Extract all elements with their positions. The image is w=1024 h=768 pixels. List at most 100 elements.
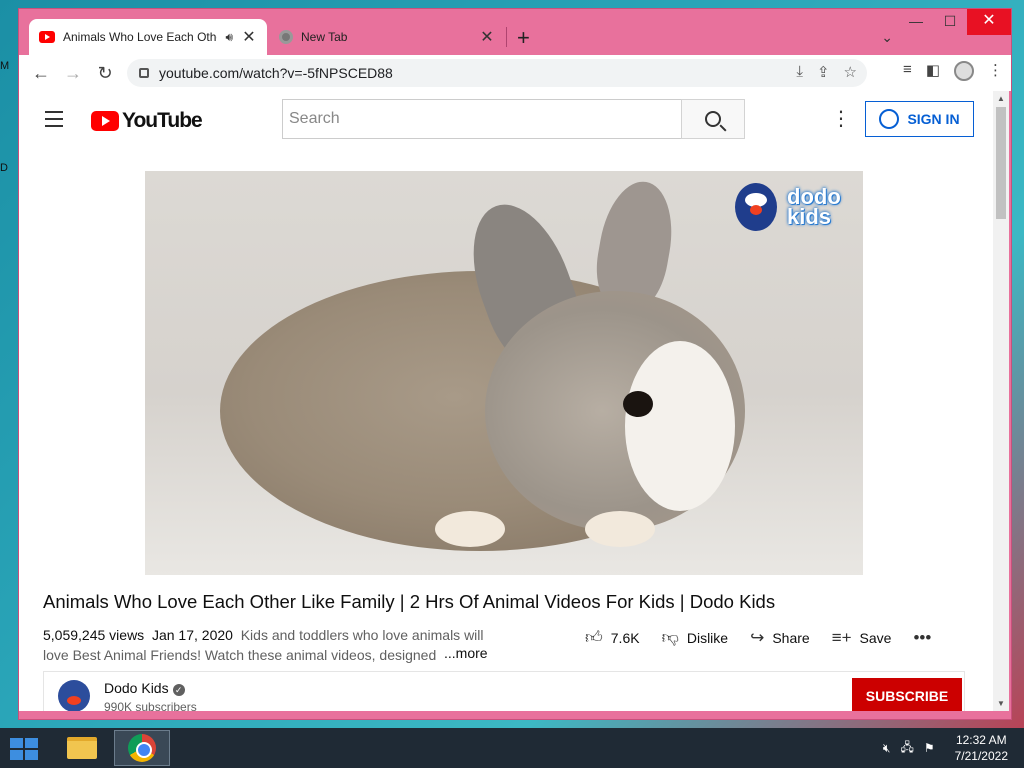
- bookmark-star-icon[interactable]: ☆: [844, 63, 857, 81]
- media-control-icon[interactable]: ≡: [903, 61, 912, 81]
- address-bar[interactable]: youtube.com/watch?v=-5fNPSCED88 ⤓ ⇪ ☆: [127, 59, 867, 87]
- save-button[interactable]: ≡+ Save: [832, 628, 892, 648]
- browser-toolbar: ← → ↻ youtube.com/watch?v=-5fNPSCED88 ⤓ …: [19, 55, 1011, 91]
- save-label: Save: [859, 629, 892, 646]
- tab-youtube[interactable]: Animals Who Love Each Othe 🔊︎ ✕: [29, 19, 267, 55]
- view-count: 5,059,245 views: [43, 627, 145, 643]
- video-description[interactable]: 5,059,245 views Jan 17, 2020 Kids and to…: [43, 625, 503, 665]
- video-player[interactable]: dodo kids: [145, 171, 863, 575]
- search-input[interactable]: Search: [282, 99, 682, 139]
- lock-icon[interactable]: [139, 68, 149, 78]
- youtube-favicon-icon: [39, 31, 55, 43]
- bunny-paw: [435, 511, 505, 547]
- windows-start-icon[interactable]: [10, 738, 38, 760]
- install-app-icon[interactable]: ⤓: [796, 63, 803, 81]
- subscribe-button[interactable]: SUBSCRIBE: [852, 678, 962, 711]
- share-button[interactable]: ↪ Share: [750, 628, 810, 648]
- new-tab-button[interactable]: +: [517, 25, 530, 51]
- tab-strip: Animals Who Love Each Othe 🔊︎ ✕ New Tab …: [19, 9, 1011, 55]
- window-controls: — ☐ ✕: [899, 9, 1011, 35]
- dislike-label: Dislike: [686, 629, 729, 646]
- channel-row: Dodo Kids ✓ 990K subscribers SUBSCRIBE: [43, 671, 965, 711]
- account-circle-icon: [879, 109, 900, 129]
- tab-search-chevron-icon[interactable]: ⌄: [881, 29, 893, 46]
- show-more-link[interactable]: ...more: [444, 645, 488, 661]
- clock[interactable]: 12:32 AM 7/21/2022: [955, 732, 1008, 764]
- scroll-up-arrow-icon[interactable]: ▲: [997, 94, 1005, 103]
- windows-taskbar: 🔇︎ 🖧 ⚑ 12:32 AM 7/21/2022: [0, 728, 1024, 768]
- clock-time: 12:32 AM: [955, 733, 1007, 747]
- settings-more-icon[interactable]: ⋮: [831, 109, 851, 129]
- network-icon[interactable]: 🖧: [900, 738, 913, 759]
- minimize-button[interactable]: —: [899, 9, 933, 35]
- youtube-play-icon: [91, 111, 119, 131]
- search-button[interactable]: [681, 99, 745, 139]
- youtube-logo-text: YouTube: [122, 109, 203, 132]
- dodo-kids-watermark: dodo kids: [735, 183, 841, 231]
- bunny-face: [625, 341, 735, 511]
- tab-close-icon[interactable]: ✕: [479, 27, 495, 47]
- back-arrow-icon[interactable]: ←: [25, 63, 57, 84]
- playlist-add-icon: ≡+: [831, 627, 852, 647]
- forward-arrow-icon[interactable]: →: [57, 63, 89, 84]
- taskbar-chrome[interactable]: [114, 730, 170, 766]
- youtube-header: YouTube Search ⋮ SIGN IN: [19, 91, 993, 147]
- tab-close-icon[interactable]: ✕: [241, 27, 257, 47]
- tab-divider: [506, 27, 507, 47]
- verified-check-icon: ✓: [172, 684, 185, 696]
- close-window-button[interactable]: ✕: [967, 9, 1011, 35]
- folder-icon: [67, 737, 97, 759]
- audio-playing-icon[interactable]: 🔊︎: [225, 30, 233, 45]
- side-panel-icon[interactable]: ◧: [926, 61, 940, 81]
- speaker-muted-icon[interactable]: 🔇︎: [883, 741, 891, 756]
- desktop-edge-label-1: M: [0, 60, 10, 72]
- video-title: Animals Who Love Each Other Like Family …: [43, 591, 776, 612]
- hamburger-menu-icon[interactable]: [45, 111, 63, 132]
- taskbar-file-explorer[interactable]: [54, 730, 110, 766]
- chrome-icon: [128, 734, 156, 762]
- channel-name-link[interactable]: Dodo Kids ✓: [104, 680, 185, 696]
- reload-icon[interactable]: ↻: [89, 63, 121, 84]
- chrome-menu-icon[interactable]: ⋮: [988, 61, 1003, 81]
- desktop-edge-label-2: D: [0, 162, 8, 174]
- subscriber-count: 990K subscribers: [104, 700, 197, 711]
- more-actions-button[interactable]: •••: [913, 628, 931, 648]
- like-count: 7.6K: [610, 629, 640, 646]
- maximize-button[interactable]: ☐: [933, 9, 967, 35]
- youtube-page: YouTube Search ⋮ SIGN IN dodo kids Anima…: [19, 91, 993, 711]
- share-page-icon[interactable]: ⇪: [817, 63, 830, 81]
- system-tray: 🔇︎ 🖧 ⚑ 12:32 AM 7/21/2022: [883, 732, 1008, 764]
- scrollbar-thumb[interactable]: [996, 107, 1006, 219]
- chrome-favicon-icon: [279, 30, 293, 44]
- channel-name: Dodo Kids: [104, 680, 169, 696]
- channel-avatar[interactable]: [58, 680, 90, 711]
- like-button[interactable]: 👍︎ 7.6K: [585, 627, 640, 648]
- bunny-eye: [623, 391, 653, 417]
- search-icon: [705, 111, 721, 127]
- tab-new-tab[interactable]: New Tab ✕: [269, 19, 505, 55]
- more-horizontal-icon: •••: [913, 627, 932, 647]
- toolbar-right-actions: ≡ ◧ ⋮: [903, 61, 1003, 81]
- upload-date: Jan 17, 2020: [151, 627, 233, 643]
- browser-window: Animals Who Love Each Othe 🔊︎ ✕ New Tab …: [18, 8, 1012, 720]
- scroll-down-arrow-icon[interactable]: ▼: [997, 699, 1005, 708]
- dislike-button[interactable]: 👎︎ Dislike: [662, 627, 729, 648]
- share-arrow-icon: ↪: [750, 627, 765, 647]
- dodo-bird-logo-icon: [735, 183, 777, 231]
- youtube-logo[interactable]: YouTube: [91, 109, 203, 133]
- sign-in-button[interactable]: SIGN IN: [865, 101, 974, 137]
- sign-in-label: SIGN IN: [907, 111, 960, 127]
- watermark-text: dodo kids: [787, 186, 841, 228]
- tab-title: New Tab: [301, 30, 348, 44]
- url-text: youtube.com/watch?v=-5fNPSCED88: [159, 65, 393, 81]
- share-label: Share: [772, 629, 810, 646]
- thumbs-up-icon: 👍︎: [585, 628, 603, 647]
- action-center-flag-icon[interactable]: ⚑: [924, 741, 935, 755]
- tab-title: Animals Who Love Each Othe: [63, 30, 218, 44]
- bunny-paw: [585, 511, 655, 547]
- profile-avatar-icon[interactable]: [954, 61, 974, 81]
- page-scrollbar[interactable]: ▲ ▼: [993, 91, 1009, 711]
- video-actions: 👍︎ 7.6K 👎︎ Dislike ↪ Share ≡+ Save •••: [585, 627, 931, 648]
- omnibox-actions: ⤓ ⇪ ☆: [796, 63, 857, 81]
- clock-date: 7/21/2022: [954, 749, 1008, 763]
